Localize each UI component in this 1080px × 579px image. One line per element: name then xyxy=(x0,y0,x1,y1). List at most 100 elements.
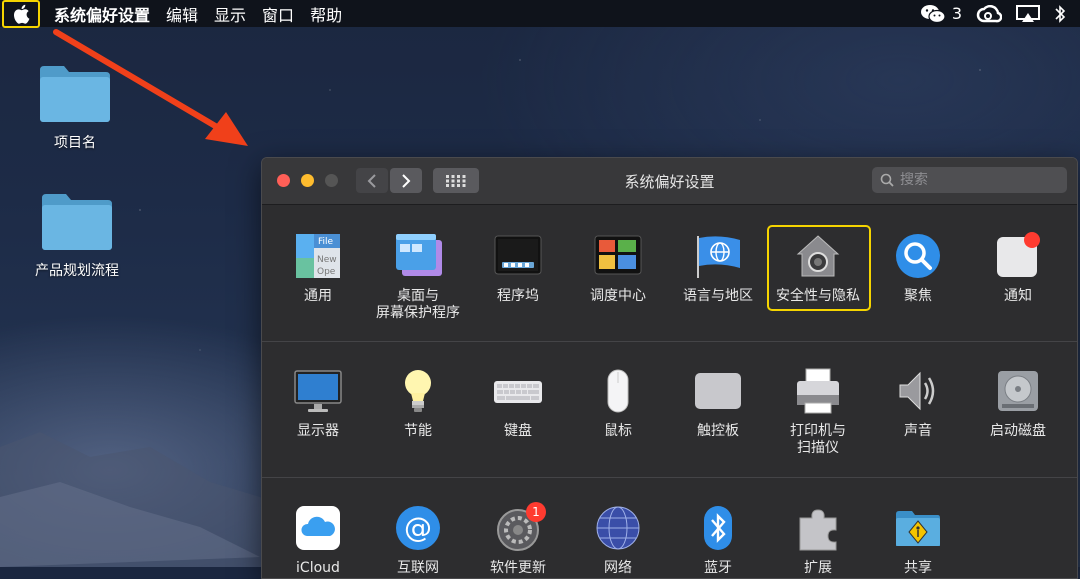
mission-control-icon xyxy=(594,235,642,275)
wechat-icon[interactable] xyxy=(920,4,946,24)
folder-icon xyxy=(40,66,110,122)
pref-mission-control[interactable]: 调度中心 xyxy=(568,232,668,305)
preferences-row-1: File New Ope 通用 桌面与 屏幕保护程序 程序坞 调度中心 语言与地… xyxy=(262,205,1077,340)
menu-view[interactable]: 显示 xyxy=(214,2,246,26)
pref-general[interactable]: File New Ope 通用 xyxy=(268,232,368,305)
apple-icon xyxy=(14,4,30,24)
pref-network[interactable]: 网络 xyxy=(568,504,668,577)
preferences-row-3: iCloud @ 互联网 1 软件更新 网络 蓝牙 扩展 共享 xyxy=(262,477,1077,578)
pref-label: 打印机与 扫描仪 xyxy=(790,423,846,456)
pref-software-update[interactable]: 1 软件更新 xyxy=(468,502,568,577)
pref-label: 启动磁盘 xyxy=(990,423,1046,439)
pref-printers-scanners[interactable]: 打印机与 扫描仪 xyxy=(768,367,868,457)
security-privacy-icon xyxy=(796,235,840,277)
pref-keyboard[interactable]: 键盘 xyxy=(468,367,568,440)
pref-notifications[interactable]: 通知 xyxy=(968,232,1068,305)
chevron-right-icon xyxy=(402,173,411,188)
pref-label: 程序坞 xyxy=(497,288,539,304)
menu-help[interactable]: 帮助 xyxy=(310,2,342,26)
menu-status-area: 3 xyxy=(920,0,1066,27)
pref-language-region[interactable]: 语言与地区 xyxy=(668,232,768,305)
software-update-badge: 1 xyxy=(526,502,546,522)
pref-bluetooth[interactable]: 蓝牙 xyxy=(668,504,768,577)
pref-label: 语言与地区 xyxy=(683,288,753,304)
search-field[interactable] xyxy=(872,167,1067,193)
menu-window[interactable]: 窗口 xyxy=(262,2,294,26)
svg-text:@: @ xyxy=(404,511,432,544)
pref-label: 通知 xyxy=(1004,288,1032,304)
menu-bar: 系统偏好设置 编辑 显示 窗口 帮助 3 xyxy=(0,0,1080,28)
window-zoom-button[interactable] xyxy=(325,174,338,187)
show-all-button[interactable] xyxy=(433,168,479,193)
pref-label: 显示器 xyxy=(297,423,339,439)
pref-startup-disk[interactable]: 启动磁盘 xyxy=(968,367,1068,440)
pref-label: 共享 xyxy=(904,560,932,576)
wallpaper-mountain xyxy=(0,432,300,567)
pref-label: 蓝牙 xyxy=(704,560,732,576)
pref-trackpad[interactable]: 触控板 xyxy=(668,367,768,440)
pref-label: 键盘 xyxy=(504,423,532,439)
pref-label: 扩展 xyxy=(804,560,832,576)
pref-label: 网络 xyxy=(604,560,632,576)
svg-text:New: New xyxy=(317,255,337,265)
pref-label: 软件更新 xyxy=(490,560,546,576)
airplay-icon[interactable] xyxy=(1016,4,1040,23)
svg-text:Ope: Ope xyxy=(317,267,336,277)
desktop-folder-label: 产品规划流程 xyxy=(35,263,119,279)
pref-internet-accounts[interactable]: @ 互联网 xyxy=(368,504,468,577)
pref-label: iCloud xyxy=(296,560,340,576)
menu-items: 系统偏好设置 编辑 显示 窗口 帮助 xyxy=(40,2,342,26)
window-minimize-button[interactable] xyxy=(301,174,314,187)
desktop-folder-product-planning[interactable]: 产品规划流程 xyxy=(22,190,132,280)
pref-icloud[interactable]: iCloud xyxy=(268,504,368,577)
icloud-icon xyxy=(296,506,340,550)
pref-mouse[interactable]: 鼠标 xyxy=(568,367,668,440)
desktop-folder-project[interactable]: 项目名 xyxy=(20,62,130,152)
pref-sharing[interactable]: 共享 xyxy=(868,504,968,577)
forward-button[interactable] xyxy=(390,168,422,193)
desktop-folder-label: 项目名 xyxy=(54,135,96,151)
creative-cloud-icon[interactable] xyxy=(976,4,1002,23)
pref-dock[interactable]: 程序坞 xyxy=(468,232,568,305)
search-input[interactable] xyxy=(900,172,1060,188)
desktop-screensaver-icon xyxy=(396,234,442,276)
pref-sound[interactable]: 声音 xyxy=(868,367,968,440)
pref-label: 桌面与 屏幕保护程序 xyxy=(376,288,460,321)
chevron-left-icon xyxy=(367,173,376,188)
pref-spotlight[interactable]: 聚焦 xyxy=(868,232,968,305)
window-titlebar[interactable]: 系统偏好设置 xyxy=(262,158,1077,205)
energy-saver-icon xyxy=(405,370,431,412)
bluetooth-status-icon[interactable] xyxy=(1054,4,1066,24)
sound-icon xyxy=(899,371,935,411)
system-preferences-window: 系统偏好设置 File New Ope 通用 xyxy=(261,157,1078,579)
pref-label: 聚焦 xyxy=(904,288,932,304)
pref-security-privacy[interactable]: 安全性与隐私 xyxy=(768,232,868,305)
pref-label: 调度中心 xyxy=(590,288,646,304)
language-region-icon xyxy=(697,236,740,278)
grid-icon xyxy=(446,174,466,187)
pref-energy-saver[interactable]: 节能 xyxy=(368,367,468,440)
pref-label: 触控板 xyxy=(697,423,739,439)
pref-label: 安全性与隐私 xyxy=(776,288,860,304)
window-close-button[interactable] xyxy=(277,174,290,187)
spotlight-icon xyxy=(896,234,940,278)
pref-label: 通用 xyxy=(304,288,332,304)
keyboard-icon xyxy=(494,381,542,403)
pref-label: 节能 xyxy=(404,423,432,439)
startup-disk-icon xyxy=(998,371,1038,411)
pref-displays[interactable]: 显示器 xyxy=(268,367,368,440)
extensions-icon xyxy=(799,509,837,551)
pref-label: 声音 xyxy=(904,423,932,439)
pref-desktop-screensaver[interactable]: 桌面与 屏幕保护程序 xyxy=(368,232,468,322)
displays-icon xyxy=(294,370,342,412)
preferences-row-2: 显示器 节能 键盘 鼠标 触控板 打印机与 扫描仪 声音 启动磁盘 xyxy=(262,341,1077,477)
menu-edit[interactable]: 编辑 xyxy=(166,2,198,26)
search-icon xyxy=(880,173,894,187)
network-icon xyxy=(596,506,640,550)
pref-extensions[interactable]: 扩展 xyxy=(768,504,868,577)
wechat-unread-count: 3 xyxy=(951,4,962,23)
back-button[interactable] xyxy=(356,168,388,193)
pref-label: 互联网 xyxy=(397,560,439,576)
menu-app-name[interactable]: 系统偏好设置 xyxy=(54,2,150,26)
apple-menu-button[interactable] xyxy=(2,0,40,28)
